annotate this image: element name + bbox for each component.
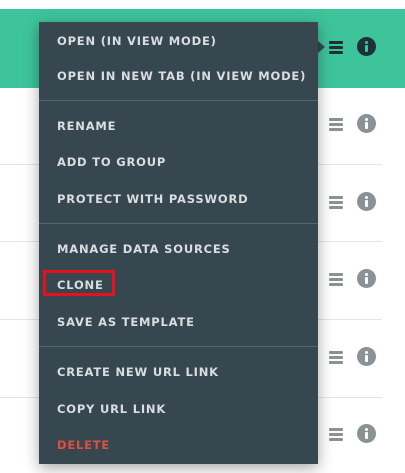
row-actions	[327, 269, 387, 289]
info-icon[interactable]	[357, 424, 376, 443]
menu-separator	[39, 346, 318, 347]
menu-item-save-as-template[interactable]: SAVE AS TEMPLATE	[39, 305, 318, 339]
menu-separator	[39, 223, 318, 224]
info-icon[interactable]	[357, 114, 376, 133]
menu-item-clone[interactable]: CLONE	[39, 268, 318, 302]
menu-item-open-view-mode[interactable]: OPEN (IN VIEW MODE)	[39, 24, 318, 58]
menu-item-open-new-tab[interactable]: OPEN IN NEW TAB (IN VIEW MODE)	[39, 59, 318, 93]
menu-item-label: COPY URL LINK	[57, 402, 167, 416]
row-actions	[327, 114, 387, 134]
menu-item-create-url-link[interactable]: CREATE NEW URL LINK	[39, 355, 318, 389]
menu-item-delete[interactable]: DELETE	[39, 428, 318, 462]
context-menu: OPEN (IN VIEW MODE) OPEN IN NEW TAB (IN …	[39, 22, 318, 464]
hamburger-menu-icon[interactable]	[329, 117, 343, 131]
menu-item-label: CLONE	[57, 278, 104, 292]
menu-item-label: ADD TO GROUP	[57, 155, 167, 169]
menu-item-label: SAVE AS TEMPLATE	[57, 315, 195, 329]
menu-item-protect-password[interactable]: PROTECT WITH PASSWORD	[39, 182, 318, 216]
menu-separator	[39, 100, 318, 101]
row-actions	[327, 192, 387, 212]
hamburger-menu-icon[interactable]	[329, 427, 343, 441]
info-icon[interactable]	[357, 347, 376, 366]
menu-item-label: PROTECT WITH PASSWORD	[57, 192, 249, 206]
menu-item-label: DELETE	[57, 438, 111, 452]
menu-item-label: RENAME	[57, 119, 117, 133]
menu-item-label: MANAGE DATA SOURCES	[57, 242, 231, 256]
row-actions	[327, 424, 387, 444]
menu-item-copy-url-link[interactable]: COPY URL LINK	[39, 392, 318, 426]
menu-item-label: OPEN (IN VIEW MODE)	[57, 34, 217, 48]
menu-pointer-arrow	[318, 41, 325, 53]
hamburger-menu-icon[interactable]	[329, 350, 343, 364]
menu-item-add-to-group[interactable]: ADD TO GROUP	[39, 145, 318, 179]
info-icon[interactable]	[357, 269, 376, 288]
row-actions	[327, 37, 387, 57]
hamburger-menu-icon[interactable]	[329, 40, 343, 54]
menu-item-label: CREATE NEW URL LINK	[57, 365, 219, 379]
menu-item-label: OPEN IN NEW TAB (IN VIEW MODE)	[57, 69, 307, 83]
hamburger-menu-icon[interactable]	[329, 195, 343, 209]
hamburger-menu-icon[interactable]	[329, 272, 343, 286]
info-icon[interactable]	[357, 37, 376, 56]
info-icon[interactable]	[357, 192, 376, 211]
row-actions	[327, 347, 387, 367]
menu-item-rename[interactable]: RENAME	[39, 109, 318, 143]
menu-item-manage-data-sources[interactable]: MANAGE DATA SOURCES	[39, 232, 318, 266]
